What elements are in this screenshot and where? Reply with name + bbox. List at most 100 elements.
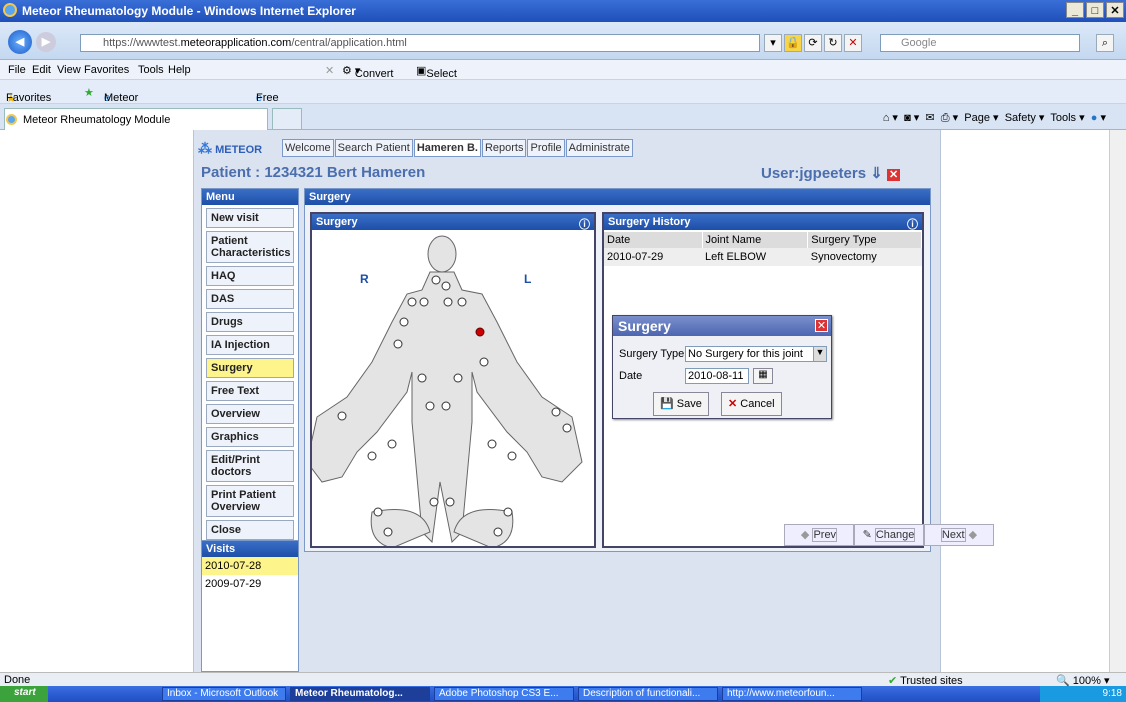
- joint-marker[interactable]: [441, 401, 451, 411]
- close-icon[interactable]: ✕: [325, 64, 334, 77]
- taskbar-item-ie[interactable]: http://www.meteorfoun...: [722, 687, 862, 701]
- joint-marker[interactable]: [407, 297, 417, 307]
- joint-marker[interactable]: [507, 451, 517, 461]
- surgery-type-select[interactable]: No Surgery for this joint ▼: [685, 346, 827, 362]
- cancel-button[interactable]: ✕ Cancel: [721, 392, 782, 416]
- column-header[interactable]: Joint Name: [702, 232, 809, 248]
- back-button[interactable]: ◀: [8, 30, 32, 54]
- forward-button[interactable]: ▶: [36, 32, 56, 52]
- close-icon[interactable]: ✕: [886, 169, 901, 181]
- tab-administrate[interactable]: Administrate: [565, 139, 633, 157]
- date-input[interactable]: 2010-08-11: [685, 368, 749, 384]
- maximize-button[interactable]: □: [1086, 2, 1104, 18]
- taskbar-item-outlook[interactable]: Inbox - Microsoft Outlook: [162, 687, 286, 701]
- joint-marker[interactable]: [493, 527, 503, 537]
- joint-marker[interactable]: [503, 507, 513, 517]
- joint-marker[interactable]: [457, 297, 467, 307]
- page-menu[interactable]: Page: [964, 112, 990, 124]
- joint-marker-selected[interactable]: [475, 327, 485, 337]
- menu-edit[interactable]: Edit: [32, 64, 51, 76]
- menu-tools[interactable]: Tools: [138, 64, 164, 76]
- joint-marker[interactable]: [562, 423, 572, 433]
- menu-graphics[interactable]: Graphics: [206, 427, 294, 447]
- tab-meteor[interactable]: Meteor Rheumatology Module: [4, 108, 268, 130]
- joint-marker[interactable]: [453, 373, 463, 383]
- prev-button[interactable]: ◆ Prev: [784, 524, 854, 546]
- safety-menu[interactable]: Safety: [1005, 112, 1036, 124]
- menu-haq[interactable]: HAQ: [206, 266, 294, 286]
- menu-print-patient-overview[interactable]: Print Patient Overview: [206, 485, 294, 517]
- joint-marker[interactable]: [367, 451, 377, 461]
- joint-marker[interactable]: [487, 439, 497, 449]
- menu-close[interactable]: Close: [206, 520, 294, 540]
- joint-marker[interactable]: [387, 439, 397, 449]
- joint-marker[interactable]: [441, 281, 451, 291]
- menu-ia-injection[interactable]: IA Injection: [206, 335, 294, 355]
- next-button[interactable]: Next ◆: [924, 524, 994, 546]
- minimize-button[interactable]: _: [1066, 2, 1084, 18]
- lock-icon[interactable]: 🔒: [784, 34, 802, 52]
- column-header[interactable]: Date: [604, 232, 703, 248]
- tab-profile[interactable]: Profile: [527, 139, 565, 157]
- stop-icon[interactable]: ✕: [844, 34, 862, 52]
- taskbar-item-meteor[interactable]: Meteor Rheumatolog...: [290, 687, 430, 701]
- taskbar-item-photoshop[interactable]: Adobe Photoshop CS3 E...: [434, 687, 574, 701]
- joint-marker[interactable]: [431, 275, 441, 285]
- logout-icon[interactable]: ⇓: [870, 165, 883, 182]
- menu-favorites[interactable]: Favorites: [84, 64, 129, 76]
- tab-welcome[interactable]: Welcome: [282, 139, 334, 157]
- address-input[interactable]: https://wwwtest.meteorapplication.com/ce…: [80, 34, 760, 52]
- joint-marker[interactable]: [479, 357, 489, 367]
- refresh-icon[interactable]: ↻: [824, 34, 842, 52]
- joint-marker[interactable]: [373, 507, 383, 517]
- menu-drugs[interactable]: Drugs: [206, 312, 294, 332]
- joint-marker[interactable]: [383, 527, 393, 537]
- print-icon[interactable]: ⎙ ▾: [941, 112, 958, 124]
- joint-marker[interactable]: [393, 339, 403, 349]
- mail-icon[interactable]: ✉: [925, 112, 934, 124]
- menu-patient-characteristics[interactable]: Patient Characteristics: [206, 231, 294, 263]
- info-icon[interactable]: ⓘ: [579, 216, 590, 232]
- menu-new-visit[interactable]: New visit: [206, 208, 294, 228]
- search-icon[interactable]: ⌕: [1096, 34, 1114, 52]
- joint-marker[interactable]: [417, 373, 427, 383]
- menu-edit-print-doctors[interactable]: Edit/Print doctors: [206, 450, 294, 482]
- page-scrollbar[interactable]: [1109, 130, 1126, 672]
- joint-marker[interactable]: [425, 401, 435, 411]
- search-input[interactable]: Google: [880, 34, 1080, 52]
- taskbar-item-word[interactable]: Description of functionali...: [578, 687, 718, 701]
- home-icon[interactable]: ⌂ ▾: [883, 112, 898, 124]
- joint-marker[interactable]: [419, 297, 429, 307]
- select-button[interactable]: ▣ Select: [416, 64, 457, 80]
- menu-overview[interactable]: Overview: [206, 404, 294, 424]
- menu-free-text[interactable]: Free Text: [206, 381, 294, 401]
- joint-marker[interactable]: [399, 317, 409, 327]
- dialog-close-button[interactable]: ✕: [815, 319, 828, 332]
- new-tab-button[interactable]: [272, 108, 302, 130]
- tab-search-patient[interactable]: Search Patient: [334, 139, 413, 157]
- convert-button[interactable]: ⚙ Convert ▾: [342, 64, 393, 80]
- change-button[interactable]: ✎ Change: [854, 524, 924, 546]
- joint-marker[interactable]: [551, 407, 561, 417]
- save-button[interactable]: 💾 Save: [653, 392, 709, 416]
- dropdown-icon[interactable]: ▾: [764, 34, 782, 52]
- tab-patient[interactable]: Hameren B.: [413, 139, 481, 157]
- table-row[interactable]: 2010-07-29 Left ELBOW Synovectomy: [604, 248, 922, 266]
- joint-marker[interactable]: [443, 297, 453, 307]
- menu-view[interactable]: View: [57, 64, 81, 76]
- start-button[interactable]: start: [0, 686, 48, 702]
- add-favorite-icon[interactable]: ★: [84, 86, 94, 99]
- menu-file[interactable]: File: [8, 64, 26, 76]
- close-window-button[interactable]: ✕: [1106, 2, 1124, 18]
- info-icon[interactable]: ⓘ: [907, 216, 918, 232]
- visit-item[interactable]: 2010-07-28: [202, 557, 298, 575]
- menu-surgery[interactable]: Surgery: [206, 358, 294, 378]
- chevron-down-icon[interactable]: ▼: [813, 347, 826, 361]
- help-icon[interactable]: ●: [1091, 112, 1098, 124]
- joint-marker[interactable]: [429, 497, 439, 507]
- visit-item[interactable]: 2009-07-29: [202, 575, 298, 593]
- tools-menu[interactable]: Tools: [1050, 112, 1076, 124]
- joint-marker[interactable]: [337, 411, 347, 421]
- tab-reports[interactable]: Reports: [481, 139, 527, 157]
- calendar-icon[interactable]: ▦: [753, 368, 773, 384]
